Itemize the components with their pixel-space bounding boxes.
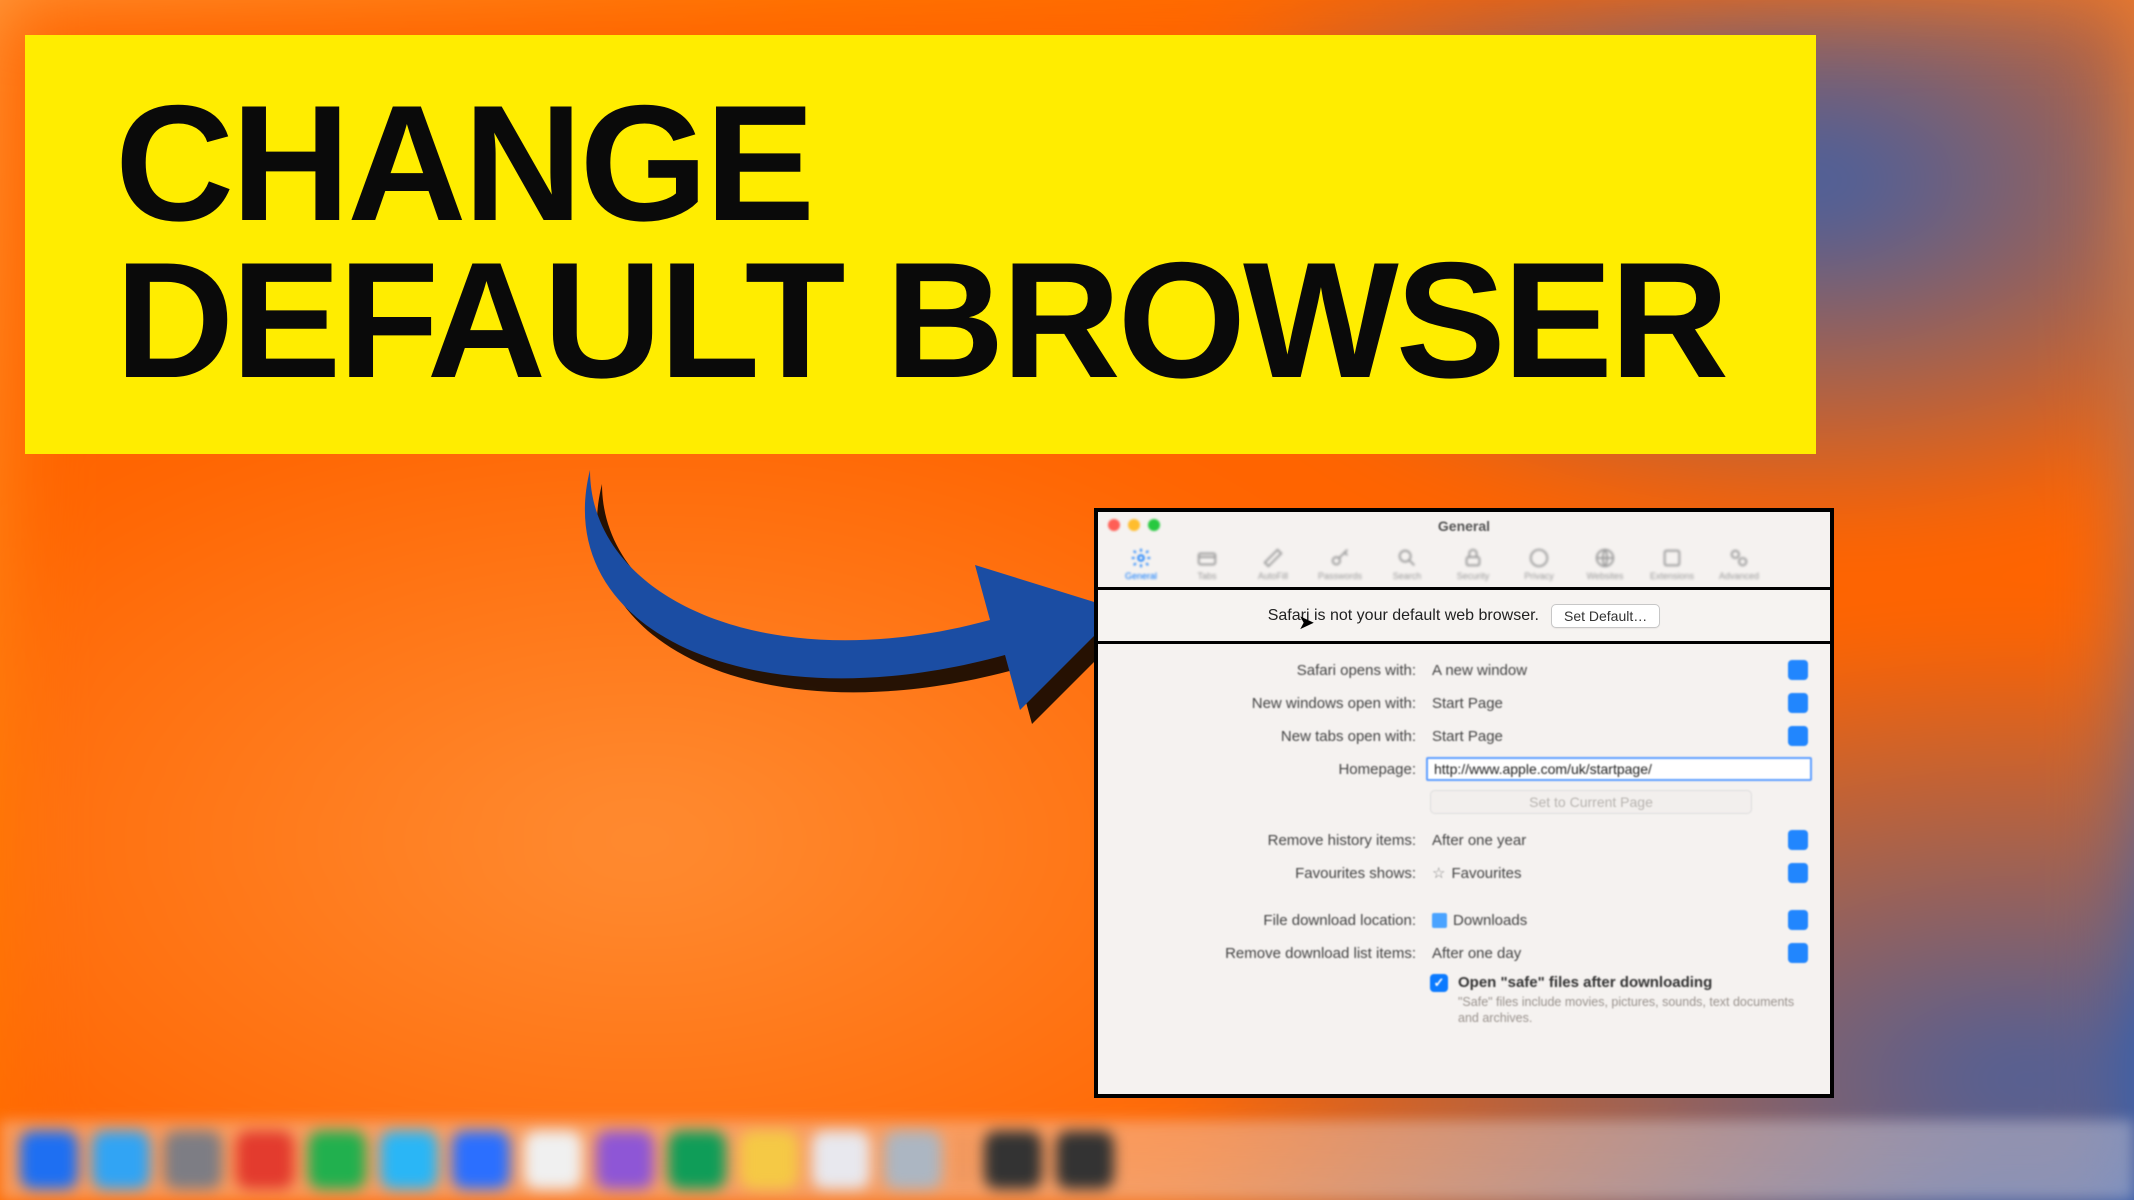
set-default-button[interactable]: Set Default… [1551,604,1660,628]
download-location-label: File download location: [1116,912,1416,929]
default-browser-banner: ➤ Safari is not your default web browser… [1098,590,1830,644]
title-banner: CHANGE DEFAULT BROWSER [25,35,1816,454]
macos-dock[interactable] [0,1120,2134,1200]
favourites-dropdown[interactable]: ☆Favourites [1426,861,1812,885]
traffic-lights[interactable] [1108,519,1160,531]
tabs-icon [1195,546,1219,570]
gear-icon [1129,546,1153,570]
dock-app-icon[interactable] [308,1131,366,1189]
tab-general[interactable]: General [1120,546,1162,581]
tab-privacy[interactable]: Privacy [1518,546,1560,581]
chevron-updown-icon [1788,910,1808,930]
dock-app-icon[interactable] [236,1131,294,1189]
search-icon [1395,546,1419,570]
remove-history-label: Remove history items: [1116,832,1416,849]
new-tabs-dropdown[interactable]: Start Page [1426,724,1812,748]
arrow-annotation [560,450,1140,730]
gears-icon [1727,546,1751,570]
preferences-toolbar: General Tabs AutoFill Passwords Search S… [1098,540,1830,590]
close-window-button[interactable] [1108,519,1120,531]
folder-icon [1432,913,1447,928]
homepage-label: Homepage: [1116,761,1416,778]
set-current-page-button[interactable]: Set to Current Page [1430,790,1752,814]
star-icon: ☆ [1432,864,1445,882]
lock-icon [1461,546,1485,570]
open-safe-files-description: "Safe" files include movies, pictures, s… [1458,994,1812,1027]
safari-opens-label: Safari opens with: [1116,662,1416,679]
tab-tabs[interactable]: Tabs [1186,546,1228,581]
dock-app-icon[interactable] [452,1131,510,1189]
new-windows-dropdown[interactable]: Start Page [1426,691,1812,715]
hand-icon [1527,546,1551,570]
minimize-window-button[interactable] [1128,519,1140,531]
chevron-updown-icon [1788,863,1808,883]
puzzle-icon [1660,546,1684,570]
homepage-input[interactable] [1426,757,1812,781]
tab-passwords[interactable]: Passwords [1318,546,1362,581]
open-safe-files-label: Open "safe" files after downloading [1458,974,1712,991]
dock-app-icon[interactable] [984,1131,1042,1189]
chevron-updown-icon [1788,830,1808,850]
dock-app-icon[interactable] [596,1131,654,1189]
open-safe-files-checkbox[interactable]: ✓ [1430,974,1448,992]
remove-history-dropdown[interactable]: After one year [1426,828,1812,852]
tab-extensions[interactable]: Extensions [1650,546,1694,581]
chevron-updown-icon [1788,660,1808,680]
dock-app-icon[interactable] [668,1131,726,1189]
tab-security[interactable]: Security [1452,546,1494,581]
chevron-updown-icon [1788,726,1808,746]
tab-advanced[interactable]: Advanced [1718,546,1760,581]
chevron-updown-icon [1788,693,1808,713]
tab-autofill[interactable]: AutoFill [1252,546,1294,581]
dock-app-icon[interactable] [1056,1131,1114,1189]
pencil-icon [1261,546,1285,570]
dock-app-icon[interactable] [164,1131,222,1189]
new-tabs-label: New tabs open with: [1116,728,1416,745]
dock-app-icon[interactable] [884,1131,942,1189]
safari-opens-dropdown[interactable]: A new window [1426,658,1812,682]
download-location-dropdown[interactable]: Downloads [1426,908,1812,932]
chevron-updown-icon [1788,943,1808,963]
tab-websites[interactable]: Websites [1584,546,1626,581]
window-titlebar[interactable]: General [1098,512,1830,540]
remove-downloads-dropdown[interactable]: After one day [1426,941,1812,965]
remove-downloads-label: Remove download list items: [1116,945,1416,962]
dock-app-icon[interactable] [740,1131,798,1189]
dock-app-icon[interactable] [380,1131,438,1189]
dock-app-icon[interactable] [92,1131,150,1189]
title-line2: DEFAULT BROWSER [115,242,1726,399]
dock-separator [962,1135,964,1185]
safari-preferences-window: General General Tabs AutoFill Passwords … [1094,508,1834,1098]
title-line1: CHANGE [115,85,1726,242]
tab-search[interactable]: Search [1386,546,1428,581]
general-pane-content: Safari opens with: A new window New wind… [1098,644,1830,1027]
key-icon [1328,546,1352,570]
maximize-window-button[interactable] [1148,519,1160,531]
dock-app-icon[interactable] [812,1131,870,1189]
dock-app-icon[interactable] [524,1131,582,1189]
globe-icon [1593,546,1617,570]
new-windows-label: New windows open with: [1116,695,1416,712]
favourites-label: Favourites shows: [1116,865,1416,882]
window-title: General [1438,518,1490,534]
cursor-icon: ➤ [1298,610,1315,635]
dock-app-icon[interactable] [20,1131,78,1189]
